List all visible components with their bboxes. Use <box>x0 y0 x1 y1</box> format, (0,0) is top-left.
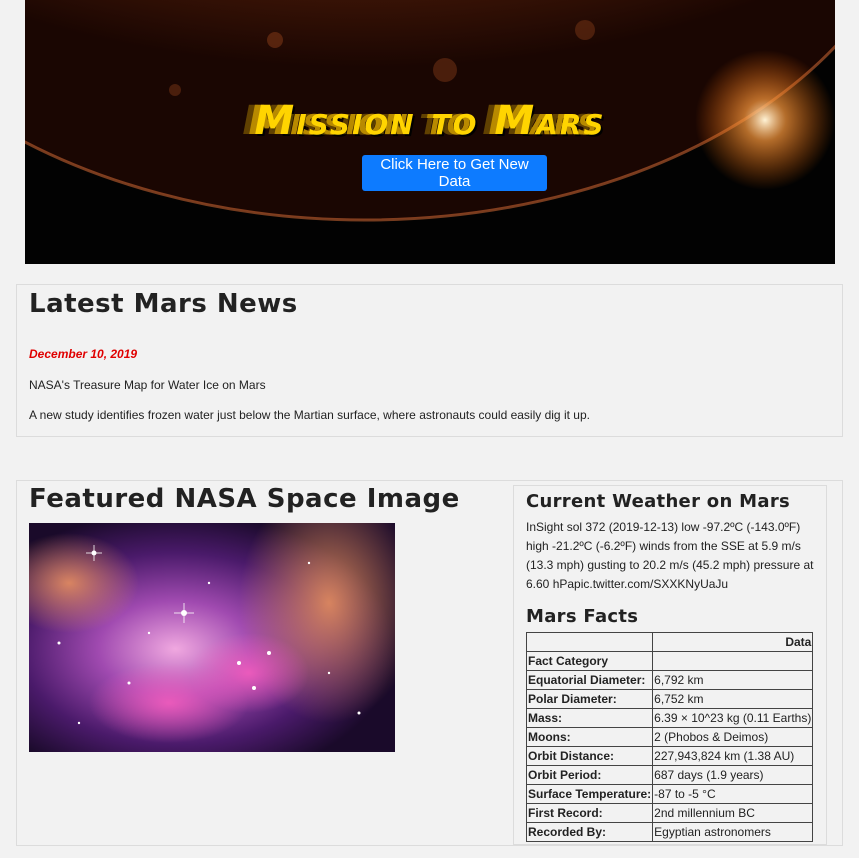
fact-label: Surface Temperature: <box>525 784 654 804</box>
fact-value: Egyptian astronomers <box>652 822 814 842</box>
fact-label: Recorded By: <box>525 822 654 842</box>
fact-label: Orbit Period: <box>525 765 654 785</box>
mars-facts-table: Data Fact Category Equatorial Diameter: 6… <box>525 632 814 842</box>
table-row: Orbit Period: 687 days (1.9 years) <box>525 765 814 785</box>
fact-label: Equatorial Diameter: <box>525 670 654 690</box>
index-empty-cell <box>652 651 814 671</box>
news-date: December 10, 2019 <box>29 347 138 361</box>
table-row: Recorded By: Egyptian astronomers <box>525 822 814 842</box>
hero-title: Mission to Mars <box>254 98 606 144</box>
weather-heading: Current Weather on Mars <box>526 491 791 512</box>
featured-panel: Featured NASA Space Image Current Weathe… <box>16 480 843 846</box>
news-body: A new study identifies frozen water just… <box>29 408 590 422</box>
table-row: Surface Temperature: -87 to -5 °C <box>525 784 814 804</box>
fact-value: 2nd millennium BC <box>652 803 814 823</box>
table-row: Polar Diameter: 6,752 km <box>525 689 814 709</box>
weather-text: InSight sol 372 (2019-12-13) low -97.2ºC… <box>526 520 814 591</box>
fact-value: 6.39 × 10^23 kg (0.11 Earths) <box>652 708 814 728</box>
featured-heading: Featured NASA Space Image <box>29 484 460 514</box>
fact-label: Moons: <box>525 727 654 747</box>
table-header-row: Data <box>525 632 814 652</box>
fact-value: 6,792 km <box>652 670 814 690</box>
hero-banner: Mission to Mars Click Here to Get New Da… <box>25 0 835 264</box>
fact-label: Mass: <box>525 708 654 728</box>
table-corner-cell <box>525 632 654 652</box>
fact-value: -87 to -5 °C <box>652 784 814 804</box>
fact-value: 687 days (1.9 years) <box>652 765 814 785</box>
fact-value: 2 (Phobos & Deimos) <box>652 727 814 747</box>
index-label: Fact Category <box>525 651 654 671</box>
table-row: First Record: 2nd millennium BC <box>525 803 814 823</box>
fact-label: Orbit Distance: <box>525 746 654 766</box>
table-row: Moons: 2 (Phobos & Deimos) <box>525 727 814 747</box>
fact-value: 227,943,824 km (1.38 AU) <box>652 746 814 766</box>
table-row: Equatorial Diameter: 6,792 km <box>525 670 814 690</box>
data-column-header: Data <box>652 632 814 652</box>
fact-label: Polar Diameter: <box>525 689 654 709</box>
news-heading: Latest Mars News <box>29 289 298 319</box>
news-panel: Latest Mars News December 10, 2019 NASA'… <box>16 284 843 437</box>
fact-value: 6,752 km <box>652 689 814 709</box>
facts-heading: Mars Facts <box>526 606 639 627</box>
weather-facts-column: Current Weather on Mars InSight sol 372 … <box>513 485 827 845</box>
table-row: Mass: 6.39 × 10^23 kg (0.11 Earths) <box>525 708 814 728</box>
nebula-image <box>29 523 395 752</box>
get-new-data-button[interactable]: Click Here to Get New Data <box>362 155 547 191</box>
fact-label: First Record: <box>525 803 654 823</box>
featured-space-image <box>29 523 395 752</box>
table-index-row: Fact Category <box>525 651 814 671</box>
table-row: Orbit Distance: 227,943,824 km (1.38 AU) <box>525 746 814 766</box>
news-title: NASA's Treasure Map for Water Ice on Mar… <box>29 378 266 392</box>
